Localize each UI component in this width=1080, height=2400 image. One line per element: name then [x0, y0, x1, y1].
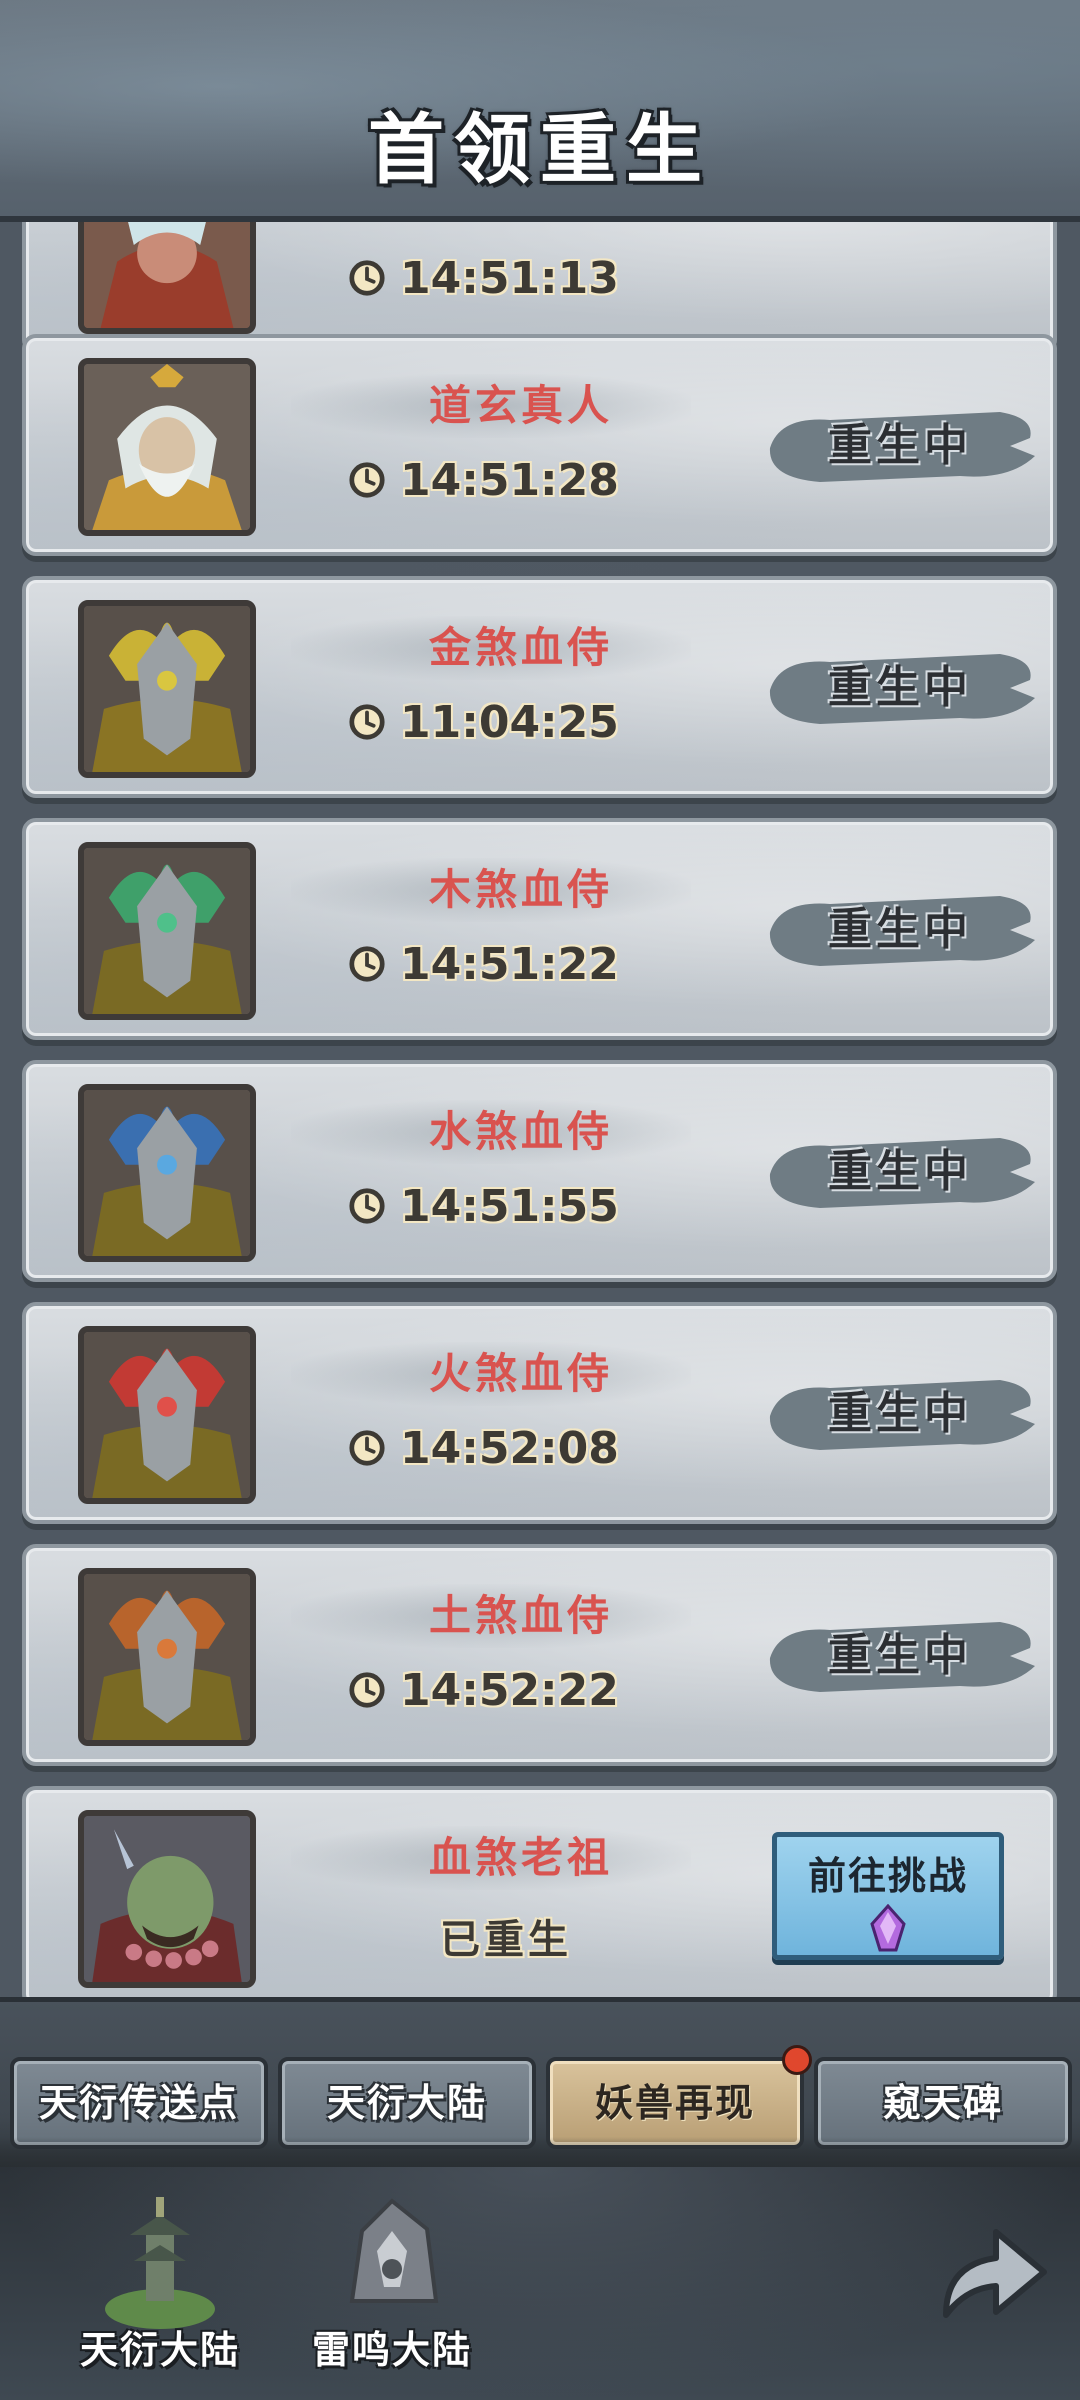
timer-text: 14:51:22: [400, 938, 619, 990]
boss-card[interactable]: 火煞血侍 14:52:08 重生中: [22, 1302, 1057, 1524]
timer-text: 14:51:55: [400, 1180, 619, 1232]
timer-text: 14:52:22: [400, 1664, 619, 1716]
tab-bar: 天衍传送点 天衍大陆 妖兽再现 窥天碑: [0, 1997, 1080, 2167]
boss-name: 土煞血侍: [428, 1591, 613, 1640]
clock-icon: [349, 946, 385, 982]
nav-label: 雷鸣大陆: [311, 2327, 472, 2372]
respawn-timer: 14:51:22: [348, 934, 619, 994]
boss-name: 火煞血侍: [428, 1349, 613, 1398]
status-text: 重生中: [828, 904, 972, 955]
boss-name: 水煞血侍: [428, 1107, 613, 1156]
status-badge: 重生中: [760, 640, 1040, 736]
boss-name: 血煞老祖: [428, 1833, 613, 1882]
status-badge: 重生中: [760, 1366, 1040, 1462]
boss-portrait: [78, 222, 256, 334]
title-bar: 首领重生: [0, 0, 1080, 222]
boss-name: 道玄真人: [428, 381, 613, 430]
tab-beast-return[interactable]: 妖兽再现: [546, 2045, 812, 2149]
status-text: 重生中: [828, 1388, 972, 1439]
boss-card[interactable]: 水煞血侍 14:51:55 重生中: [22, 1060, 1057, 1282]
boss-card[interactable]: 血煞老祖 已重生 前往挑战: [22, 1786, 1057, 1997]
nav-tianyan-continent[interactable]: 天衍大陆: [60, 2191, 260, 2391]
status-badge: 重生中: [760, 1608, 1040, 1704]
respawn-timer: 14:52:08: [348, 1418, 619, 1478]
tab-tianyan-teleport[interactable]: 天衍传送点: [10, 2057, 268, 2149]
status-badge: 重生中: [760, 882, 1040, 978]
nav-thunder-continent[interactable]: 雷鸣大陆: [292, 2191, 492, 2391]
boss-portrait: [78, 842, 256, 1020]
crystal-icon: [870, 1904, 906, 1952]
tab-peek-stele[interactable]: 窥天碑: [814, 2057, 1072, 2149]
clock-icon: [349, 704, 385, 740]
boss-card[interactable]: 木煞血侍 14:51:22 重生中: [22, 818, 1057, 1040]
boss-name: 木煞血侍: [428, 865, 613, 914]
status-badge: 重生中: [760, 398, 1040, 494]
tab-tianyan-continent[interactable]: 天衍大陆: [278, 2057, 536, 2149]
rock-crystal-icon: [349, 2198, 439, 2303]
respawned-status: 已重生: [440, 1916, 572, 1963]
boss-portrait: [78, 1810, 256, 1988]
bottom-nav: 天衍大陆 雷鸣大陆: [0, 2167, 1080, 2400]
nav-label: 天衍大陆: [79, 2327, 240, 2372]
status-text: 重生中: [828, 1630, 972, 1681]
boss-portrait: [78, 1568, 256, 1746]
boss-portrait: [78, 600, 256, 778]
boss-name: 金煞血侍: [428, 623, 613, 672]
challenge-button[interactable]: 前往挑战: [772, 1832, 1004, 1960]
boss-card[interactable]: 土煞血侍 14:52:22 重生中: [22, 1544, 1057, 1766]
back-button[interactable]: [926, 2210, 1056, 2340]
notification-dot: [782, 2045, 812, 2075]
boss-list[interactable]: 14:51:13 道玄真人 14:51:28 重生中 金煞血侍 11:04:25…: [0, 222, 1080, 1997]
respawn-timer: 14:51:28: [348, 450, 619, 510]
respawn-timer: 14:51:13: [348, 248, 619, 308]
tab-label: 妖兽再现: [594, 2080, 755, 2125]
boss-portrait: [78, 1326, 256, 1504]
status-text: 重生中: [828, 662, 972, 713]
boss-portrait: [78, 1084, 256, 1262]
boss-portrait: [78, 358, 256, 536]
clock-icon: [349, 1430, 385, 1466]
status-text: 重生中: [828, 420, 972, 471]
status-text: 重生中: [828, 1146, 972, 1197]
clock-icon: [349, 462, 385, 498]
clock-icon: [349, 1188, 385, 1224]
respawn-timer: 11:04:25: [348, 692, 619, 752]
clock-icon: [349, 1672, 385, 1708]
pagoda-icon: [105, 2197, 215, 2329]
respawn-timer: 14:51:55: [348, 1176, 619, 1236]
timer-text: 11:04:25: [400, 696, 619, 748]
timer-text: 14:51:13: [400, 252, 619, 304]
timer-text: 14:52:08: [400, 1422, 619, 1474]
challenge-label: 前往挑战: [807, 1853, 968, 1898]
timer-text: 14:51:28: [400, 454, 619, 506]
clock-icon: [349, 260, 385, 296]
page-title: 首领重生: [368, 105, 712, 194]
status-badge: 重生中: [760, 1124, 1040, 1220]
respawn-timer: 14:52:22: [348, 1660, 619, 1720]
back-arrow-icon: [943, 2229, 1047, 2318]
boss-card[interactable]: 金煞血侍 11:04:25 重生中: [22, 576, 1057, 798]
boss-card[interactable]: 道玄真人 14:51:28 重生中: [22, 334, 1057, 556]
